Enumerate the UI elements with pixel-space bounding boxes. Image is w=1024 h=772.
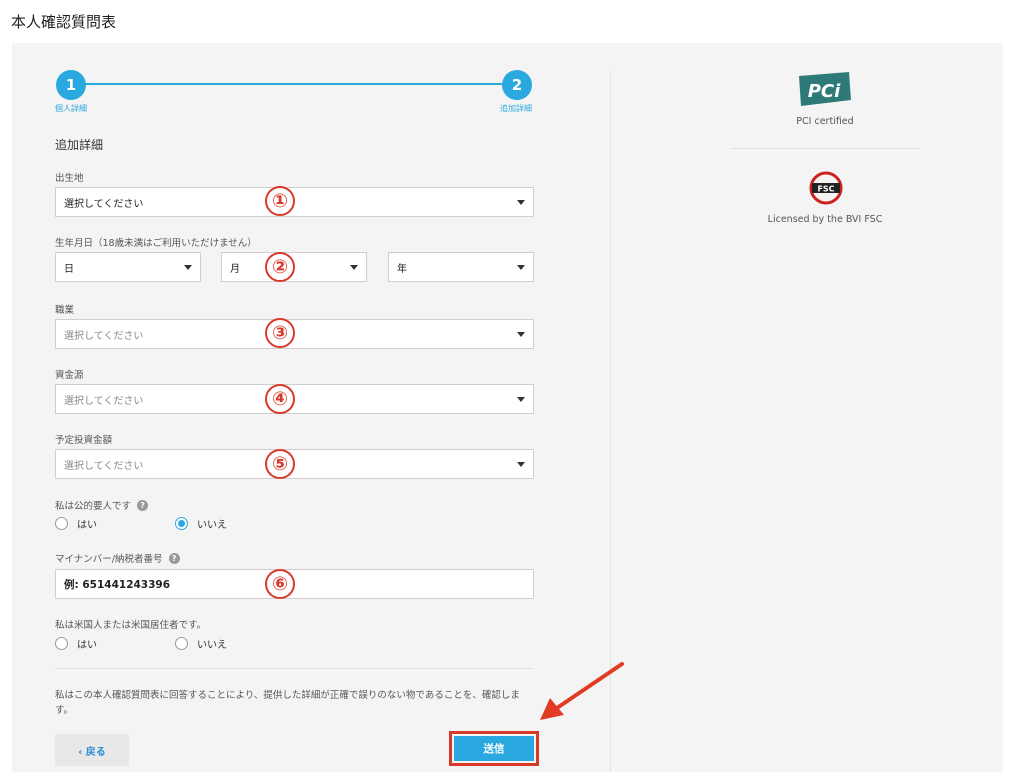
pci-logo-icon: PCi: [799, 72, 851, 106]
chevron-down-icon: [517, 462, 525, 467]
chevron-down-icon: [517, 332, 525, 337]
source-of-funds-label: 資金源: [55, 370, 84, 381]
right-panel-divider: [730, 148, 920, 149]
pep-label: 私は公的要人です: [55, 501, 132, 512]
us-person-no-label: いいえ: [197, 640, 227, 651]
tax-id-placeholder: 例: 651441243396: [64, 578, 171, 591]
pep-yes-radio[interactable]: [55, 517, 68, 530]
pep-radio-group: はい いいえ: [55, 516, 227, 531]
planned-investment-label: 予定投資金額: [55, 435, 113, 446]
annotation-marker-5: ⑤: [265, 449, 295, 479]
chevron-down-icon: [350, 265, 358, 270]
us-person-radio-group: はい いいえ: [55, 636, 227, 651]
us-person-yes-radio[interactable]: [55, 637, 68, 650]
birthplace-label: 出生地: [55, 173, 84, 184]
step-1-label: 個人詳細: [55, 104, 87, 113]
fsc-caption: Licensed by the BVI FSC: [767, 214, 883, 225]
help-icon[interactable]: ?: [168, 552, 180, 564]
chevron-down-icon: [517, 200, 525, 205]
pci-caption: PCI certified: [796, 116, 854, 127]
annotation-marker-4: ④: [265, 384, 295, 414]
pep-no-label: いいえ: [197, 520, 227, 531]
fsc-logo-icon: FSC: [809, 171, 843, 205]
birth-year-select[interactable]: 年: [388, 252, 534, 282]
chevron-down-icon: [184, 265, 192, 270]
pci-logo-text: PCi: [808, 81, 841, 102]
pep-yes-label: はい: [77, 520, 97, 531]
tax-id-label: マイナンバー/納税者番号: [55, 554, 163, 565]
step-2-circle: 2: [502, 70, 532, 100]
occupation-label: 職業: [55, 305, 75, 316]
pep-no-radio[interactable]: [175, 517, 188, 530]
birth-month-value: 月: [230, 263, 240, 275]
birthdate-label: 生年月日（18歳未満はご利用いただけません）: [55, 238, 257, 249]
pep-label-row: 私は公的要人です ?: [55, 498, 149, 512]
birth-day-select[interactable]: 日: [55, 252, 201, 282]
chevron-down-icon: [517, 265, 525, 270]
birthplace-value: 選択してください: [64, 198, 144, 210]
birth-year-value: 年: [397, 263, 407, 275]
back-button[interactable]: ‹ 戻る: [55, 734, 129, 766]
us-person-yes-label: はい: [77, 640, 97, 651]
annotation-arrow-icon: [540, 662, 624, 720]
tax-id-label-row: マイナンバー/納税者番号 ?: [55, 551, 180, 565]
step-2-label: 追加詳細: [500, 104, 532, 113]
source-of-funds-value: 選択してください: [64, 395, 144, 407]
planned-investment-value: 選択してください: [64, 460, 144, 472]
stepper-line: [70, 83, 518, 85]
annotation-marker-3: ③: [265, 318, 295, 348]
consent-text: 私はこの本人確認質問表に回答することにより、提供した詳細が正確で誤りのない物であ…: [55, 690, 520, 716]
step-1-circle: 1: [56, 70, 86, 100]
birth-day-value: 日: [64, 263, 74, 275]
help-icon[interactable]: ?: [137, 499, 149, 511]
occupation-value: 選択してください: [64, 330, 144, 342]
submit-button[interactable]: 送信: [454, 736, 534, 761]
horizontal-divider: [55, 668, 534, 669]
us-person-label: 私は米国人または米国居住者です。: [55, 620, 207, 631]
annotation-marker-2: ②: [265, 252, 295, 282]
us-person-no-radio[interactable]: [175, 637, 188, 650]
fsc-logo-text: FSC: [817, 185, 834, 194]
page-title: 本人確認質問表: [11, 13, 117, 31]
annotation-marker-1: ①: [265, 186, 295, 216]
annotation-marker-6: ⑥: [265, 569, 295, 599]
section-title: 追加詳細: [55, 138, 104, 152]
chevron-down-icon: [517, 397, 525, 402]
